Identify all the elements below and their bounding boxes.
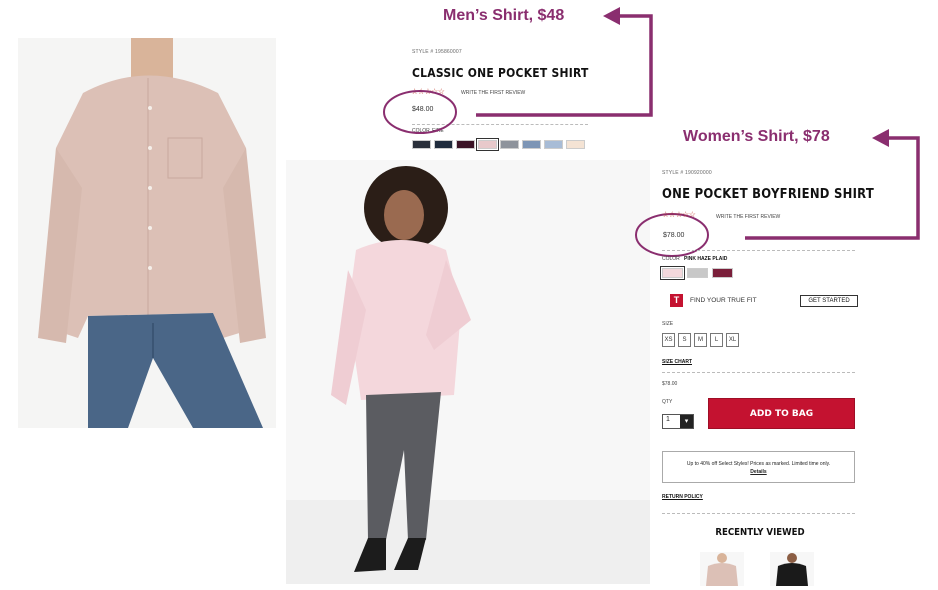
size-label: SIZE <box>662 321 674 327</box>
recently-viewed-heading: RECENTLY VIEWED <box>715 527 805 538</box>
color-swatch[interactable] <box>687 268 708 278</box>
qty-select[interactable]: 1 ▾ <box>662 414 694 429</box>
size-option[interactable]: XS <box>662 333 675 347</box>
womens-product-title: ONE POCKET BOYFRIEND SHIRT <box>662 186 875 202</box>
qty-value: 1 <box>666 416 670 423</box>
womens-divider-2 <box>662 372 855 373</box>
womens-price: $78.00 <box>663 232 685 239</box>
womens-color-value: PINK HAZE PLAID <box>684 256 728 262</box>
size-option[interactable]: L <box>710 333 723 347</box>
unit-price: $78.00 <box>662 381 678 387</box>
womens-color-label: COLOR <box>662 256 680 262</box>
recent-thumb-black-illustration <box>770 552 814 586</box>
add-to-bag-button[interactable]: ADD TO BAG <box>708 398 855 429</box>
size-option[interactable]: S <box>678 333 691 347</box>
womens-divider-1 <box>662 250 855 251</box>
promo-text: Up to 40% off Select Styles! Prices as m… <box>686 461 831 467</box>
true-fit-label[interactable]: FIND YOUR TRUE FIT <box>690 297 757 304</box>
womens-annotation-label: Women’s Shirt, $78 <box>683 128 830 145</box>
color-swatch[interactable] <box>712 268 733 278</box>
color-swatch[interactable] <box>660 266 685 280</box>
recent-thumb-mens-shirt[interactable] <box>700 552 744 586</box>
qty-label: QTY <box>662 399 673 405</box>
womens-write-review-link[interactable]: WRITE THE FIRST REVIEW <box>716 214 780 220</box>
promo-box: Up to 40% off Select Styles! Prices as m… <box>662 451 855 483</box>
womens-color-swatches <box>660 266 752 280</box>
annotation-arrows <box>383 7 920 257</box>
promo-details-link[interactable]: Details <box>750 469 766 475</box>
recent-thumb-mens-illustration <box>700 552 744 586</box>
chevron-down-icon[interactable]: ▾ <box>680 415 693 428</box>
return-policy-link[interactable]: RETURN POLICY <box>662 494 703 500</box>
recent-thumb-black-shirt[interactable] <box>770 552 814 586</box>
size-option[interactable]: M <box>694 333 707 347</box>
size-chart-link[interactable]: SIZE CHART <box>662 359 692 365</box>
true-fit-logo-icon: T <box>670 294 683 307</box>
get-started-button[interactable]: GET STARTED <box>800 295 858 307</box>
size-option[interactable]: XL <box>726 333 739 347</box>
womens-rating-stars-icon[interactable]: ☆☆☆☆☆ <box>662 210 696 219</box>
womens-style-number: STYLE # 190920000 <box>662 170 712 176</box>
womens-divider-3 <box>662 513 855 514</box>
